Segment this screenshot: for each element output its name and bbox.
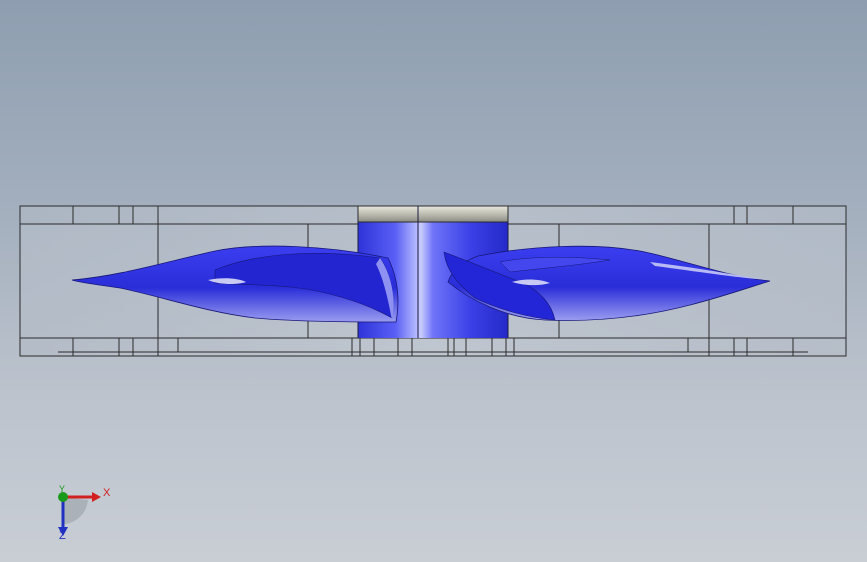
x-axis-label: X xyxy=(103,487,111,499)
y-axis-label: Y xyxy=(59,484,66,494)
model-scene[interactable] xyxy=(0,0,867,562)
z-axis-label: Z xyxy=(59,530,66,542)
cad-viewport[interactable]: X Y Z xyxy=(0,0,867,562)
hub-cap xyxy=(357,205,509,223)
triad-plane xyxy=(63,497,88,524)
